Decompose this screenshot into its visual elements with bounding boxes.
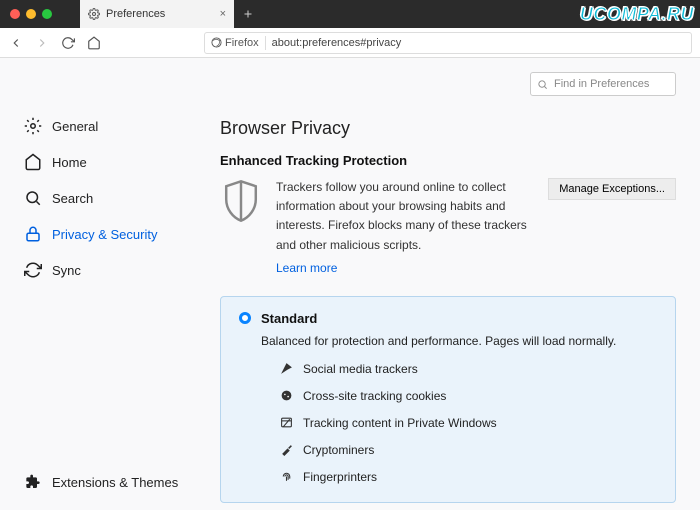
sidebar-item-label: Sync: [52, 263, 81, 278]
block-list: Social media trackers Cross-site trackin…: [279, 362, 657, 484]
etp-heading: Enhanced Tracking Protection: [220, 153, 676, 168]
learn-more-link[interactable]: Learn more: [276, 259, 337, 278]
sync-icon: [24, 261, 42, 279]
block-item-cryptominers: Cryptominers: [279, 443, 657, 457]
block-item-fingerprinters: Fingerprinters: [279, 470, 657, 484]
identity-label: Firefox: [225, 37, 259, 49]
forward-button[interactable]: [34, 35, 50, 51]
gear-icon: [88, 8, 100, 20]
firefox-icon: [211, 37, 222, 48]
tab-label: Preferences: [106, 8, 165, 20]
block-item-label: Fingerprinters: [303, 470, 377, 484]
minimize-window-icon[interactable]: [26, 9, 36, 19]
sidebar-item-sync[interactable]: Sync: [0, 252, 206, 288]
block-item-label: Social media trackers: [303, 362, 418, 376]
close-window-icon[interactable]: [10, 9, 20, 19]
content: General Home Search Privacy & Security S…: [0, 58, 700, 510]
block-item-social: Social media trackers: [279, 362, 657, 376]
window-controls: [0, 9, 80, 19]
tab-preferences[interactable]: Preferences ×: [80, 0, 234, 28]
lock-icon: [24, 225, 42, 243]
url-text: about:preferences#privacy: [272, 37, 402, 49]
find-in-preferences[interactable]: Find in Preferences: [530, 72, 676, 96]
etp-row: Trackers follow you around online to col…: [220, 178, 676, 278]
etp-desc-text: Trackers follow you around online to col…: [276, 180, 527, 252]
sidebar-item-privacy[interactable]: Privacy & Security: [0, 216, 206, 252]
manage-exceptions-button[interactable]: Manage Exceptions...: [548, 178, 676, 200]
gear-icon: [24, 117, 42, 135]
block-item-label: Cryptominers: [303, 443, 374, 457]
fingerprint-icon: [279, 470, 293, 484]
sidebar-item-label: Search: [52, 191, 93, 206]
shield-icon: [220, 178, 262, 226]
search-icon: [24, 189, 42, 207]
find-placeholder: Find in Preferences: [554, 78, 649, 90]
social-icon: [279, 362, 293, 376]
address-bar[interactable]: Firefox about:preferences#privacy: [204, 32, 692, 54]
close-tab-icon[interactable]: ×: [220, 8, 226, 20]
back-button[interactable]: [8, 35, 24, 51]
sidebar-item-home[interactable]: Home: [0, 144, 206, 180]
puzzle-icon: [24, 473, 42, 491]
standard-card-header: Standard: [239, 311, 657, 326]
standard-card[interactable]: Standard Balanced for protection and per…: [220, 296, 676, 503]
standard-desc: Balanced for protection and performance.…: [261, 334, 657, 348]
sidebar: General Home Search Privacy & Security S…: [0, 58, 206, 510]
standard-title: Standard: [261, 311, 317, 326]
block-item-tracking-content: Tracking content in Private Windows: [279, 416, 657, 430]
titlebar: Preferences ×: [0, 0, 700, 28]
sidebar-item-label: Privacy & Security: [52, 227, 157, 242]
block-item-label: Cross-site tracking cookies: [303, 389, 446, 403]
home-icon: [24, 153, 42, 171]
search-icon: [537, 79, 548, 90]
main-panel: Find in Preferences Browser Privacy Enha…: [206, 58, 700, 510]
sidebar-item-label: Home: [52, 155, 87, 170]
identity-box[interactable]: Firefox: [211, 37, 259, 49]
sidebar-item-label: Extensions & Themes: [52, 475, 178, 490]
window-icon: [279, 416, 293, 430]
sidebar-item-search[interactable]: Search: [0, 180, 206, 216]
sidebar-item-label: General: [52, 119, 98, 134]
home-button[interactable]: [86, 35, 102, 51]
maximize-window-icon[interactable]: [42, 9, 52, 19]
sidebar-item-general[interactable]: General: [0, 108, 206, 144]
standard-radio[interactable]: [239, 312, 251, 324]
etp-description: Trackers follow you around online to col…: [276, 178, 534, 278]
new-tab-button[interactable]: [238, 4, 258, 24]
cryptominer-icon: [279, 443, 293, 457]
cookie-icon: [279, 389, 293, 403]
toolbar: Firefox about:preferences#privacy: [0, 28, 700, 58]
sidebar-item-extensions[interactable]: Extensions & Themes: [0, 464, 206, 500]
page-title: Browser Privacy: [220, 118, 676, 139]
reload-button[interactable]: [60, 35, 76, 51]
block-item-cookies: Cross-site tracking cookies: [279, 389, 657, 403]
block-item-label: Tracking content in Private Windows: [303, 416, 497, 430]
separator: [265, 36, 266, 50]
